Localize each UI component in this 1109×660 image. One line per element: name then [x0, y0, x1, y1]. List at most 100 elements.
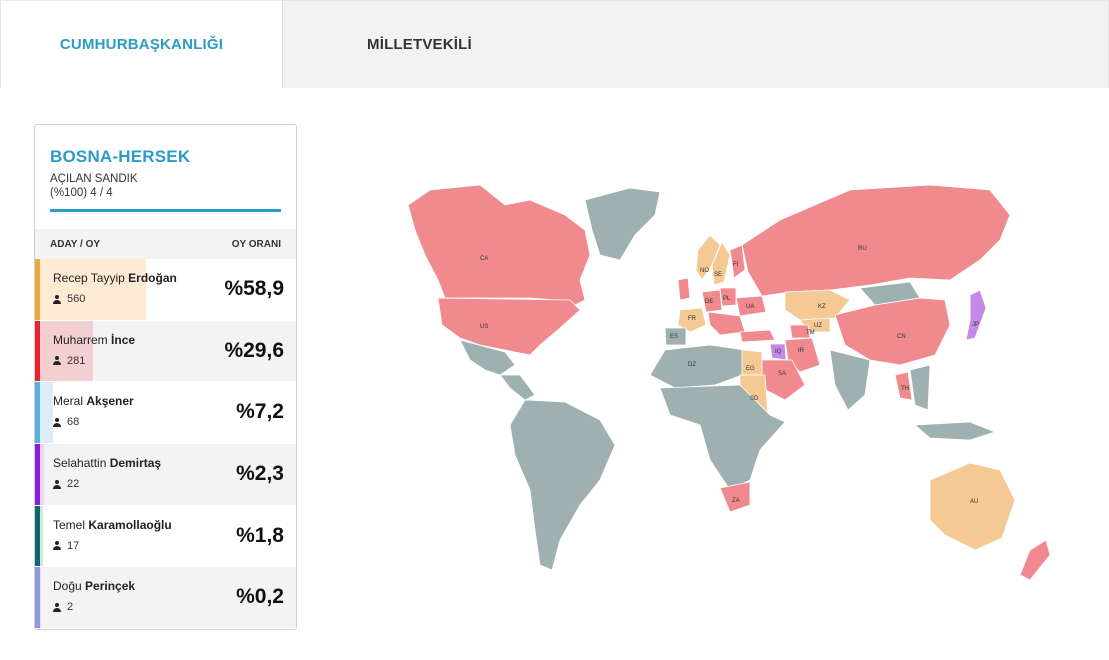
vote-count-value: 281	[67, 354, 86, 367]
world-map[interactable]: CA US RU CN KZ UZ TM IR IQ SA EG SD DZ E…	[330, 160, 1090, 590]
map-label: DE	[705, 299, 713, 305]
map-label: NO	[700, 268, 709, 274]
map-label: TH	[901, 386, 909, 392]
map-label: UZ	[814, 323, 822, 329]
map-label: SE	[714, 272, 722, 278]
candidate-list: Recep Tayyip Erdoğan 560 %58,9 Muharrem İnc…	[35, 259, 296, 629]
map-country-us[interactable]	[437, 297, 581, 356]
map-region-southeast-asia[interactable]	[909, 364, 931, 411]
opened-ballot-label: AÇILAN SANDIK	[50, 173, 138, 185]
rate-column-label: OY ORANI	[231, 238, 281, 250]
candidate-row[interactable]: Temel Karamollaoğlu 17 %1,8	[35, 505, 296, 568]
tab-presidency[interactable]: CUMHURBAŞKANLIĞI	[0, 0, 282, 88]
candidate-first-name: Meral	[53, 394, 84, 409]
vote-count: 17	[53, 540, 79, 552]
candidate-column-label: ADAY / OY	[50, 238, 101, 250]
person-icon	[53, 541, 61, 551]
map-label: ES	[670, 334, 678, 340]
candidate-name: Recep Tayyip Erdoğan	[53, 271, 177, 285]
vote-count-value: 2	[67, 601, 74, 614]
map-label: KZ	[818, 304, 826, 310]
vote-percentage: %7,2	[236, 400, 284, 424]
results-panel: BOSNA-HERSEK AÇILAN SANDIK (%100) 4 / 4 …	[34, 124, 297, 630]
person-icon	[53, 294, 61, 304]
candidate-name: Meral Akşener	[53, 394, 134, 408]
map-label: US	[480, 324, 488, 330]
map-region-north-africa[interactable]	[649, 344, 746, 389]
region-title: BOSNA-HERSEK	[50, 147, 191, 166]
map-country-au[interactable]	[929, 462, 1016, 551]
map-label: IR	[798, 348, 805, 354]
vote-share-fill	[40, 382, 53, 444]
vote-share-fill	[40, 444, 45, 505]
vote-count: 22	[53, 478, 79, 490]
vote-percentage: %58,9	[224, 277, 284, 300]
map-country-ru[interactable]	[741, 184, 1011, 297]
vote-count: 560	[53, 293, 85, 305]
candidate-row[interactable]: Recep Tayyip Erdoğan 560 %58,9	[35, 259, 296, 321]
opened-ballot-value: (%100) 4 / 4	[50, 187, 113, 199]
map-label: SA	[778, 371, 786, 377]
map-country-uk[interactable]	[677, 277, 691, 301]
map-region-central-america[interactable]	[499, 374, 536, 401]
map-label: CN	[897, 334, 906, 340]
opened-progress-bar	[50, 209, 281, 212]
map-label: JP	[972, 322, 979, 328]
candidate-first-name: Doğu	[53, 579, 82, 594]
map-region-balkans[interactable]	[707, 311, 746, 336]
map-label: SD	[750, 396, 759, 402]
candidate-row[interactable]: Meral Akşener 68 %7,2	[35, 382, 296, 445]
vote-count-value: 68	[67, 416, 80, 429]
vote-share-fill	[40, 320, 94, 382]
person-icon	[53, 356, 61, 366]
map-country-greenland[interactable]	[584, 187, 661, 261]
map-label: CA	[480, 256, 488, 262]
map-region-south-asia[interactable]	[829, 349, 871, 411]
candidate-row[interactable]: Doğu Perinçek 2 %0,2	[35, 567, 296, 629]
candidate-row[interactable]: Muharrem İnce 281 %29,6	[35, 320, 296, 383]
map-label: FI	[733, 262, 739, 268]
map-country-nz[interactable]	[1019, 539, 1051, 581]
person-icon	[53, 479, 61, 489]
vote-percentage: %1,8	[236, 523, 284, 547]
map-region-indonesia[interactable]	[913, 421, 997, 441]
candidate-first-name: Selahattin	[53, 456, 107, 471]
map-label: ZA	[732, 498, 740, 504]
candidate-first-name: Recep Tayyip	[53, 271, 125, 285]
map-label: AU	[970, 499, 978, 505]
candidate-row[interactable]: Selahattin Demirtaş 22 %2,3	[35, 444, 296, 506]
tab-parliament[interactable]: MİLLETVEKİLİ	[282, 0, 1109, 88]
map-label: TM	[806, 330, 815, 336]
map-label: PL	[723, 296, 731, 302]
candidate-last-name: İnce	[111, 332, 136, 347]
map-region-south-america[interactable]	[509, 399, 616, 571]
candidate-name: Selahattin Demirtaş	[53, 456, 161, 470]
candidate-last-name: Perinçek	[85, 579, 136, 594]
map-country-jp[interactable]	[965, 289, 987, 341]
tab-bar: CUMHURBAŞKANLIĞI MİLLETVEKİLİ	[0, 0, 1109, 88]
candidate-last-name: Karamollaoğlu	[88, 517, 172, 532]
map-country-cn[interactable]	[834, 297, 951, 366]
map-country-ca[interactable]	[407, 184, 591, 306]
vote-percentage: %2,3	[236, 462, 284, 486]
vote-percentage: %0,2	[236, 585, 284, 609]
vote-count: 2	[53, 601, 73, 613]
vote-count: 281	[53, 355, 85, 367]
vote-count: 68	[53, 416, 79, 428]
candidate-last-name: Erdoğan	[128, 271, 177, 285]
candidate-name: Temel Karamollaoğlu	[53, 518, 172, 532]
candidate-first-name: Temel	[53, 517, 86, 532]
map-country-za[interactable]	[719, 481, 751, 513]
map-label: EG	[746, 366, 755, 372]
person-icon	[53, 417, 61, 427]
map-country-tr[interactable]	[739, 329, 776, 343]
candidate-last-name: Akşener	[86, 394, 134, 409]
vote-count-value: 22	[67, 478, 80, 491]
column-header: ADAY / OY OY ORANI	[35, 229, 296, 259]
map-label: FR	[688, 316, 697, 322]
vote-share-fill	[40, 505, 44, 567]
vote-count-value: 560	[67, 293, 86, 305]
vote-count-value: 17	[67, 539, 80, 552]
vote-percentage: %29,6	[224, 338, 284, 362]
candidate-name: Muharrem İnce	[53, 333, 135, 347]
